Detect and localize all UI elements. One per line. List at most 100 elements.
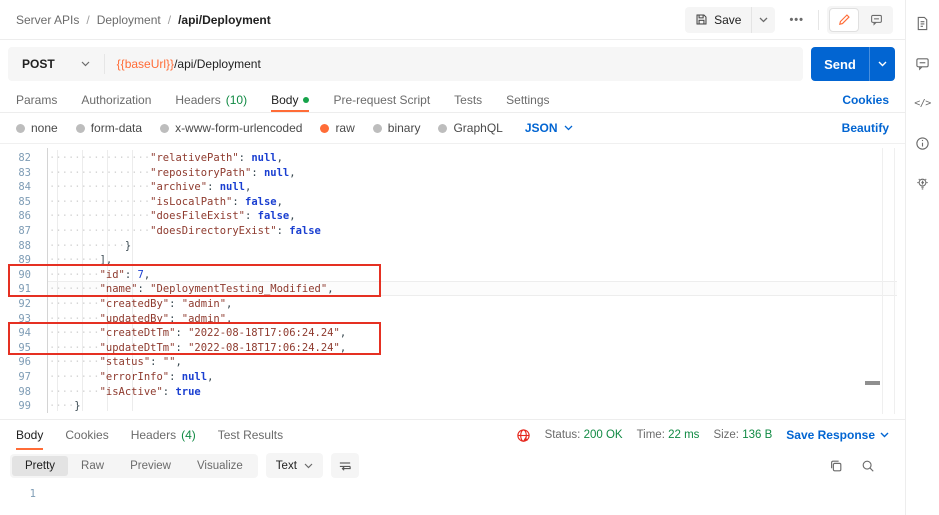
annotation-box-id-and-name [8,264,381,297]
response-tab-cookies[interactable]: Cookies [65,420,108,450]
method-selector[interactable]: POST [8,57,104,71]
tab-tests[interactable]: Tests [454,88,482,112]
response-format-label: Text [276,460,297,472]
response-format-selector[interactable]: Text [266,453,323,478]
view-preview[interactable]: Preview [117,456,184,476]
code-icon: </> [914,98,931,109]
beautify-link[interactable]: Beautify [842,121,889,135]
more-options-button[interactable]: ••• [783,14,810,26]
radio-label: none [31,121,58,135]
line-number: 84 [0,180,40,195]
tab-pre-request-script[interactable]: Pre-request Script [333,88,430,112]
request-body-editor[interactable]: 82················"relativePath": null,8… [0,144,905,420]
format-selector[interactable]: JSON [525,121,573,135]
tab-settings[interactable]: Settings [506,88,549,112]
radio-icon [16,124,25,133]
view-pretty[interactable]: Pretty [12,456,68,476]
tab-label: Test Results [218,428,283,442]
send-button[interactable]: Send [811,47,869,81]
tab-label: Tests [454,93,482,107]
info-button[interactable] [914,134,932,152]
radio-label: form-data [91,121,142,135]
line-number: 88 [0,239,40,254]
editor-scrollbar-track[interactable] [882,148,895,414]
edit-comment-toggle [827,6,893,34]
code-line-83[interactable]: 83················"repositoryPath": null… [0,166,905,181]
body-type-form-data[interactable]: form-data [76,121,142,135]
send-split-button: Send [811,47,895,81]
tab-headers[interactable]: Headers(10) [175,88,247,112]
response-tab-headers[interactable]: Headers (4) [131,420,196,450]
comments-button[interactable] [914,54,932,72]
breadcrumb-separator: / [86,13,89,27]
tab-label: Body [271,93,298,107]
tab-label: Settings [506,93,549,107]
code-line-92[interactable]: 92········"createdBy": "admin", [0,297,905,312]
line-number: 99 [0,399,40,414]
breadcrumb-request[interactable]: /api/Deployment [178,13,271,27]
cookies-link[interactable]: Cookies [842,93,889,107]
save-icon [695,13,708,26]
body-type-x-www-form-urlencoded[interactable]: x-www-form-urlencoded [160,121,302,135]
body-type-binary[interactable]: binary [373,121,421,135]
tab-label: Headers [175,93,220,107]
documentation-button[interactable] [914,14,932,32]
code-line-97[interactable]: 97········"errorInfo": null, [0,370,905,385]
line-content: ················"repositoryPath": null, [40,166,296,181]
view-raw[interactable]: Raw [68,456,117,476]
line-number: 86 [0,209,40,224]
tab-params[interactable]: Params [16,88,57,112]
annotation-box-create-update-dates [8,322,381,355]
wrap-lines-button[interactable] [331,453,359,478]
comment-mode-button[interactable] [861,8,891,32]
code-line-87[interactable]: 87················"doesDirectoryExist": … [0,224,905,239]
status-label: Status: [545,429,581,441]
copy-response-button[interactable] [829,459,843,473]
view-visualize[interactable]: Visualize [184,456,256,476]
response-tab-test-results[interactable]: Test Results [218,420,283,450]
code-line-99[interactable]: 99····} [0,399,905,414]
pull-request-insights-button[interactable] [914,174,932,192]
line-number: 83 [0,166,40,181]
code-line-86[interactable]: 86················"doesFileExist": false… [0,209,905,224]
body-type-graphql[interactable]: GraphQL [438,121,502,135]
tab-label: Headers [131,428,176,442]
comment-icon [870,13,883,26]
code-line-85[interactable]: 85················"isLocalPath": false, [0,195,905,210]
response-body-viewer[interactable]: 1 [0,481,905,515]
code-line-88[interactable]: 88············} [0,239,905,254]
tab-count: (4) [181,428,196,442]
save-button[interactable]: Save [685,7,751,33]
url-input[interactable]: {{baseUrl}}/api/Deployment [105,57,261,71]
save-response-label: Save Response [786,428,875,442]
body-type-none[interactable]: none [16,121,58,135]
code-snippet-button[interactable]: </> [914,94,932,112]
editor-scrollbar-thumb[interactable] [865,381,880,385]
radio-label: binary [388,121,421,135]
breadcrumb-separator: / [168,13,171,27]
response-meta: Status: 200 OK Time: 22 ms Size: 136 B S… [516,428,889,443]
header-actions: Save ••• [685,6,893,34]
save-options-button[interactable] [751,7,775,33]
line-content: ········"status": "", [40,355,182,370]
network-warning-icon[interactable] [516,428,531,443]
send-options-button[interactable] [869,47,895,81]
code-line-82[interactable]: 82················"relativePath": null, [0,151,905,166]
save-response-button[interactable]: Save Response [786,428,889,442]
response-tab-body[interactable]: Body [16,420,43,450]
breadcrumb-folder[interactable]: Deployment [97,13,161,27]
line-number: 92 [0,297,40,312]
chevron-down-icon [759,17,768,23]
radio-icon [373,124,382,133]
body-type-raw[interactable]: raw [320,121,354,135]
code-line-84[interactable]: 84················"archive": null, [0,180,905,195]
code-line-98[interactable]: 98········"isActive": true [0,385,905,400]
edit-mode-button[interactable] [829,8,859,32]
code-line-96[interactable]: 96········"status": "", [0,355,905,370]
tab-authorization[interactable]: Authorization [81,88,151,112]
search-response-button[interactable] [861,459,875,473]
size-label: Size: [713,429,739,441]
line-content: ················"isLocalPath": false, [40,195,283,210]
breadcrumb-collection[interactable]: Server APIs [16,13,79,27]
tab-body[interactable]: Body [271,88,309,112]
